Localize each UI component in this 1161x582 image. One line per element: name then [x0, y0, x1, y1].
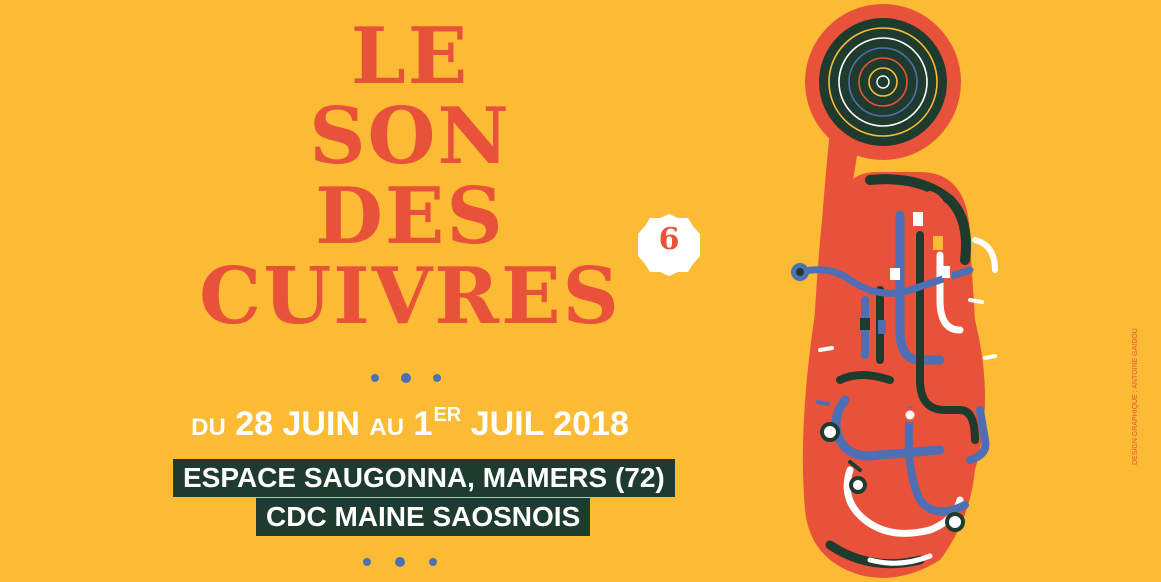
title-line-2: SON	[309, 91, 511, 182]
title-line-1: LE	[350, 11, 470, 102]
dates-end-day: 1	[413, 405, 433, 443]
title-line-4: CUIVRES	[199, 251, 621, 342]
dot-divider-bottom	[363, 556, 447, 570]
tuba-icon	[791, 4, 998, 578]
dates-au: AU	[369, 414, 405, 441]
title-line-3: DES	[315, 171, 505, 262]
venue-line-2: CDC MAINE SAOSNOIS	[256, 498, 591, 536]
dates-end-suffix: ER	[433, 404, 462, 426]
poster: LE SON DES CUIVRES 6 DU 28 JUIN AU 1ER J…	[0, 0, 1161, 582]
edition-number: 6	[658, 222, 680, 257]
festival-dates: DU 28 JUIN AU 1ER JUIL 2018	[170, 404, 650, 444]
design-credit: DESIGN GRAPHIQUE : ANTOINE GAIDOU	[1132, 328, 1139, 465]
dates-start: 28 JUIN	[235, 405, 360, 443]
dates-du: DU	[191, 414, 226, 441]
venue-line-1: ESPACE SAUGONNA, MAMERS (72)	[173, 459, 675, 497]
dot-divider-top	[365, 372, 447, 386]
dates-end-rest: JUIL 2018	[470, 405, 629, 443]
